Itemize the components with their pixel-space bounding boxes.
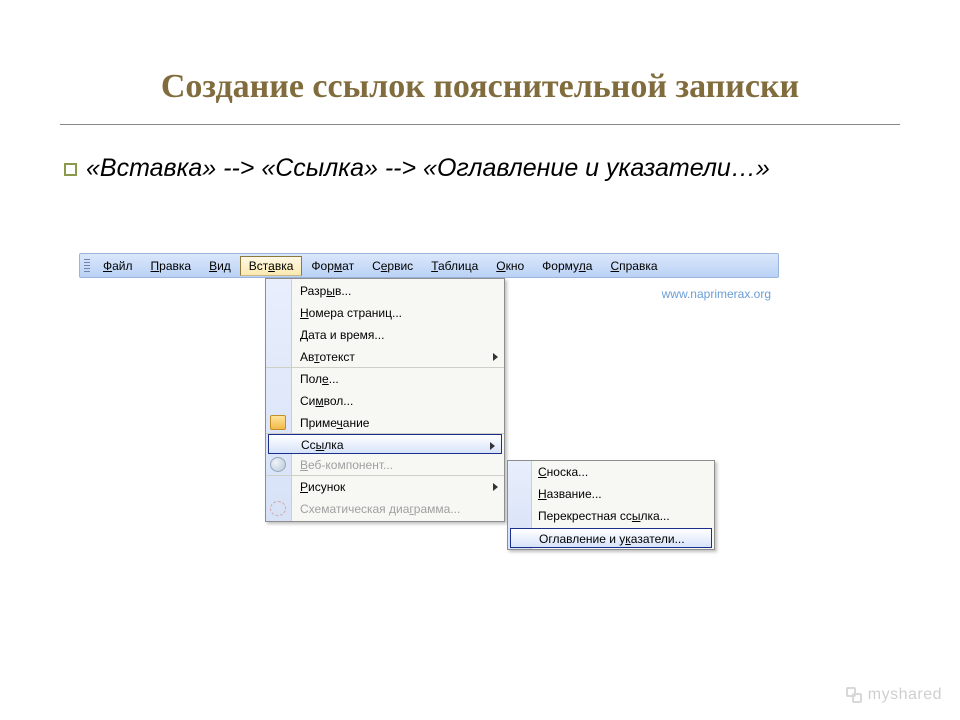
dropdown-item-8: Веб-компонент... <box>266 454 504 476</box>
org-icon <box>270 501 286 516</box>
menu-файл[interactable]: Файл <box>94 256 142 276</box>
menu-вид[interactable]: Вид <box>200 256 240 276</box>
menu-сервис[interactable]: Сервис <box>363 256 422 276</box>
submenu-arrow-icon <box>493 353 498 361</box>
dropdown-item-5[interactable]: Символ... <box>266 390 504 412</box>
myshared-logo-icon <box>846 687 862 703</box>
dropdown-item-9[interactable]: Рисунок <box>266 476 504 498</box>
instruction-text: «Вставка» --> «Ссылка» --> «Оглавление и… <box>86 153 896 184</box>
word-screenshot: ФайлПравкаВидВставкаФорматСервисТаблицаО… <box>79 253 779 278</box>
dropdown-item-4[interactable]: Поле... <box>266 368 504 390</box>
menu-правка[interactable]: Правка <box>142 256 201 276</box>
footer-brand: myshared <box>846 686 942 704</box>
title-divider <box>60 124 900 125</box>
menu-вставка[interactable]: Вставка <box>240 256 303 276</box>
submenu-arrow-icon <box>490 442 495 450</box>
menu-справка[interactable]: Справка <box>601 256 666 276</box>
menu-окно[interactable]: Окно <box>487 256 533 276</box>
submenu-item-1[interactable]: Название... <box>508 483 714 505</box>
web-icon <box>270 457 286 472</box>
submenu-item-0[interactable]: Сноска... <box>508 461 714 483</box>
menu-формула[interactable]: Формула <box>533 256 601 276</box>
submenu-item-3[interactable]: Оглавление и указатели... <box>510 528 712 548</box>
watermark-url: www.naprimerax.org <box>662 287 771 301</box>
dropdown-item-6[interactable]: Примечание <box>266 412 504 434</box>
submenu-reference: Сноска...Название...Перекрестная ссылка.… <box>507 460 715 550</box>
submenu-item-2[interactable]: Перекрестная ссылка... <box>508 505 714 527</box>
submenu-arrow-icon <box>493 483 498 491</box>
menu-формат[interactable]: Формат <box>302 256 363 276</box>
folder-icon <box>270 415 286 430</box>
menubar: ФайлПравкаВидВставкаФорматСервисТаблицаО… <box>79 253 779 278</box>
dropdown-item-10: Схематическая диаграмма... <box>266 498 504 520</box>
menubar-grip[interactable] <box>84 259 90 273</box>
footer-brand-text: myshared <box>868 686 942 704</box>
dropdown-item-2[interactable]: Дата и время... <box>266 324 504 346</box>
menu-таблица[interactable]: Таблица <box>422 256 487 276</box>
dropdown-insert: Разрыв...Номера страниц...Дата и время..… <box>265 278 505 522</box>
dropdown-item-0[interactable]: Разрыв... <box>266 280 504 302</box>
slide-title: Создание ссылок пояснительной записки <box>0 0 960 124</box>
dropdown-item-7[interactable]: Ссылка <box>268 434 502 454</box>
dropdown-item-3[interactable]: Автотекст <box>266 346 504 368</box>
dropdown-item-1[interactable]: Номера страниц... <box>266 302 504 324</box>
